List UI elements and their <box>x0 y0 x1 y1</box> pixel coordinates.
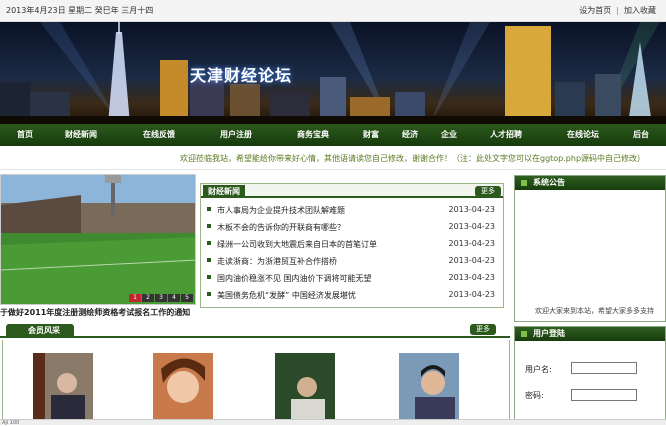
password-field[interactable] <box>571 389 637 401</box>
list-item: 木板不会的告诉你的开联商有哪些？ 2013-04-23 <box>205 219 501 236</box>
member-photo[interactable] <box>33 353 93 420</box>
nav-item-admin[interactable]: 后台 <box>633 129 649 140</box>
login-panel: 用户登陆 用户名: 密码: <box>514 326 666 425</box>
members-gallery <box>2 340 510 420</box>
news-title-link[interactable]: 走读浙商：为浙港贸互补合作搭桥 <box>217 256 447 267</box>
news-title-link[interactable]: 市人事局为企业提升技术团队解难题 <box>217 205 447 216</box>
password-label: 密码: <box>525 391 544 400</box>
nav-item-finance-news[interactable]: 财经新闻 <box>65 129 97 140</box>
member-photo[interactable] <box>153 353 213 420</box>
city-skyline-image <box>0 22 666 124</box>
nav-item-business-guide[interactable]: 商务宝典 <box>297 129 329 140</box>
nav-item-register[interactable]: 用户注册 <box>220 129 252 140</box>
news-date: 2013-04-23 <box>448 256 496 265</box>
announcement-panel: 系统公告 欢迎大家来到本站，希望大家多多支持 <box>514 175 666 322</box>
bullet-icon <box>207 207 211 211</box>
top-bar: 2013年4月23日 星期二 癸巳年 三月十四 设为首页 | 加入收藏 <box>0 0 666 22</box>
nav-item-forum[interactable]: 在线论坛 <box>567 129 599 140</box>
nav-item-economy[interactable]: 经济 <box>402 129 418 140</box>
bullet-icon <box>207 292 211 296</box>
news-title-link[interactable]: 木板不会的告诉你的开联商有哪些？ <box>217 222 447 233</box>
nav-item-feedback[interactable]: 在线反馈 <box>143 129 175 140</box>
bullet-icon <box>207 258 211 262</box>
top-links: 设为首页 | 加入收藏 <box>579 5 656 16</box>
news-date: 2013-04-23 <box>448 290 496 299</box>
slideshow-caption[interactable]: 于做好2011年度注册测绘师资格考试报名工作的通知 <box>0 307 198 318</box>
list-item: 国内油价稳涨不见 国内油价下调将可能无望 2013-04-23 <box>205 270 501 287</box>
news-date: 2013-04-23 <box>448 273 496 282</box>
stadium-photo <box>1 175 195 304</box>
news-more-button[interactable]: 更多 <box>475 186 501 197</box>
announcement-scroll-text: 欢迎大家来到本站，希望大家多多支持 <box>535 307 654 315</box>
news-tab[interactable]: 财经新闻 <box>203 185 245 198</box>
bullet-icon <box>207 275 211 279</box>
bullet-icon <box>207 241 211 245</box>
status-bar: Ajl 100 <box>0 419 666 426</box>
news-date: 2013-04-23 <box>448 239 496 248</box>
square-icon <box>521 180 527 186</box>
member-photo[interactable] <box>399 353 459 420</box>
pager-button[interactable]: 3 <box>155 294 167 302</box>
nav-item-jobs[interactable]: 人才招聘 <box>490 129 522 140</box>
add-favorite-link[interactable]: 加入收藏 <box>624 6 656 15</box>
site-banner: 天津财经论坛 <box>0 22 666 124</box>
pager-button[interactable]: 2 <box>142 294 154 302</box>
site-title: 天津财经论坛 <box>190 66 293 85</box>
members-more-button[interactable]: 更多 <box>470 324 496 335</box>
slideshow-pager: 1 2 3 4 5 <box>128 294 193 302</box>
bullet-icon <box>207 224 211 228</box>
list-item: 走读浙商：为浙港贸互补合作搭桥 2013-04-23 <box>205 253 501 270</box>
slideshow[interactable]: 1 2 3 4 5 <box>0 174 196 305</box>
list-item: 绿洲一公司收到大地震后来自日本的首笔订单 2013-04-23 <box>205 236 501 253</box>
list-item: 美国债务危机“发酵” 中国经济发展堪忧 2013-04-23 <box>205 287 501 304</box>
nav-item-wealth[interactable]: 财富 <box>363 129 379 140</box>
username-label: 用户名: <box>525 365 552 374</box>
main-nav: 首页 财经新闻 在线反馈 用户注册 商务宝典 财富 经济 企业 人才招聘 在线论… <box>0 124 666 146</box>
nav-item-enterprise[interactable]: 企业 <box>441 129 457 140</box>
date-text: 2013年4月23日 星期二 癸巳年 三月十四 <box>6 6 154 15</box>
login-header: 用户登陆 <box>515 327 665 341</box>
news-panel: 财经新闻 更多 市人事局为企业提升技术团队解难题 2013-04-23 木板不会的… <box>200 183 504 308</box>
announcement-title: 系统公告 <box>533 178 565 187</box>
news-date: 2013-04-23 <box>448 205 496 214</box>
news-title-link[interactable]: 绿洲一公司收到大地震后来自日本的首笔订单 <box>217 239 447 250</box>
nav-item-home[interactable]: 首页 <box>17 129 33 140</box>
news-header: 财经新闻 更多 <box>201 184 503 198</box>
link-separator: | <box>616 6 619 15</box>
members-header: 会员风采 更多 <box>0 322 510 338</box>
square-icon <box>521 331 527 337</box>
welcome-notice: 欢迎莅临我站，希望能给你带来好心情，其他语请读您自己修改，谢谢合作！（注：此处文… <box>0 146 666 170</box>
notice-text: 欢迎莅临我站，希望能给你带来好心情，其他语请读您自己修改，谢谢合作！（注：此处文… <box>180 154 646 163</box>
news-title-link[interactable]: 国内油价稳涨不见 国内油价下调将可能无望 <box>217 273 447 284</box>
username-field[interactable] <box>571 362 637 374</box>
pager-button[interactable]: 4 <box>168 294 180 302</box>
announcement-header: 系统公告 <box>515 176 665 190</box>
pager-button[interactable]: 5 <box>181 294 193 302</box>
list-item: 市人事局为企业提升技术团队解难题 2013-04-23 <box>205 202 501 219</box>
news-date: 2013-04-23 <box>448 222 496 231</box>
login-title: 用户登陆 <box>533 329 565 338</box>
news-list: 市人事局为企业提升技术团队解难题 2013-04-23 木板不会的告诉你的开联商有… <box>205 202 501 304</box>
pager-button[interactable]: 1 <box>129 294 141 302</box>
member-photo[interactable] <box>275 353 335 420</box>
news-title-link[interactable]: 美国债务危机“发酵” 中国经济发展堪忧 <box>217 290 447 301</box>
set-homepage-link[interactable]: 设为首页 <box>579 6 611 15</box>
members-tab[interactable]: 会员风采 <box>6 324 74 338</box>
